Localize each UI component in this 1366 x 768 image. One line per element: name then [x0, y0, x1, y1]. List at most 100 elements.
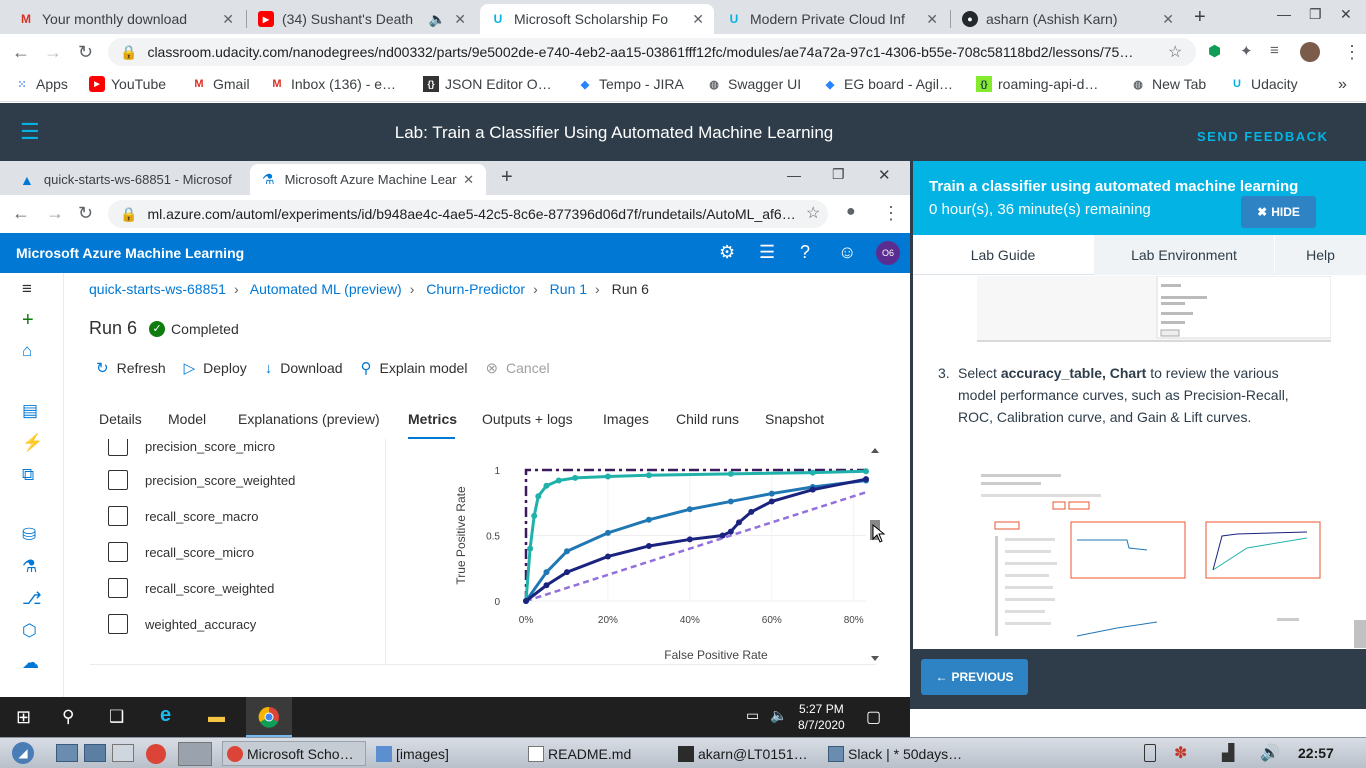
battery-icon[interactable]	[1144, 744, 1156, 762]
bookmark-udacity[interactable]: U Udacity	[1229, 76, 1298, 92]
taskbar-item-readme[interactable]: README.md	[524, 741, 668, 766]
datasets-icon[interactable]: ⛁	[22, 525, 36, 545]
tab-child-runs[interactable]: Child runs	[676, 411, 739, 427]
windows-clock[interactable]: 5:27 PM 8/7/2020	[798, 701, 845, 733]
breadcrumb-parent-run[interactable]: Run 1	[550, 281, 587, 297]
start-menu-icon[interactable]: ◢	[12, 742, 34, 764]
metric-checkbox-row[interactable]: recall_score_weighted	[108, 578, 274, 598]
restore-icon[interactable]: ❐	[832, 166, 845, 183]
checkbox[interactable]	[108, 506, 128, 526]
models-cube-icon[interactable]: ⬡	[22, 621, 37, 641]
search-icon[interactable]: ⚲	[62, 707, 74, 727]
bookmark-new-tab[interactable]: ◍ New Tab	[1130, 76, 1206, 92]
user-avatar[interactable]: O6	[876, 241, 900, 265]
bookmark-star-icon[interactable]: ☆	[1168, 42, 1182, 62]
roc-chart[interactable]: 0 0.5 1 0% 20% 40% 60% 80% False Positive Rate Tr…	[440, 446, 880, 666]
tab-lab-guide[interactable]: Lab Guide	[913, 235, 1093, 275]
close-icon[interactable]: ✕	[454, 11, 466, 28]
deploy-button[interactable]: ▷ Deploy	[184, 359, 247, 377]
close-icon[interactable]: ✕	[926, 11, 938, 28]
bookmark-swagger[interactable]: ◍ Swagger UI	[706, 76, 801, 92]
bookmark-tempo-jira[interactable]: ◆ Tempo - JIRA	[577, 76, 684, 92]
bookmark-json-editor[interactable]: {} JSON Editor O…	[423, 76, 552, 92]
bookmarks-overflow[interactable]: »	[1338, 76, 1347, 94]
forward-arrow-icon[interactable]: →	[44, 42, 62, 63]
taskbar-item-terminal[interactable]: akarn@LT0151…	[674, 741, 818, 766]
taskbar-item-chrome[interactable]: Microsoft Scho…	[222, 741, 366, 766]
pipelines-icon[interactable]: ⎇	[22, 589, 42, 609]
signal-strength-icon[interactable]: ▟	[1222, 743, 1234, 763]
internet-explorer-icon[interactable]: e	[160, 704, 171, 727]
tab-snapshot[interactable]: Snapshot	[765, 411, 824, 427]
checkbox[interactable]	[108, 470, 128, 490]
designer-icon[interactable]: ⧉	[22, 465, 34, 485]
bookmark-eg-board[interactable]: ◆ EG board - Agil…	[822, 76, 953, 92]
volume-icon[interactable]: 🔊	[1260, 743, 1280, 763]
experiments-flask-icon[interactable]: ⚗	[22, 557, 37, 577]
chrome-icon[interactable]	[146, 744, 166, 764]
settings-gear-icon[interactable]: ⚙	[719, 242, 735, 263]
file-explorer-icon[interactable]: ▬	[208, 707, 225, 727]
notification-center-icon[interactable]: ▢	[866, 707, 881, 727]
send-feedback-link[interactable]: SEND FEEDBACK	[1197, 129, 1328, 144]
checkbox[interactable]	[108, 542, 128, 562]
taskbar-item-images-folder[interactable]: [images]	[372, 741, 518, 766]
extension-icon[interactable]: ⬢	[1208, 42, 1221, 60]
tab-details[interactable]: Details	[99, 411, 142, 427]
reload-icon[interactable]: ↻	[78, 203, 93, 224]
download-button[interactable]: ↓ Download	[265, 360, 343, 377]
inner-tab-azureml[interactable]: ⚗ Microsoft Azure Machine Learnin ✕	[250, 164, 486, 195]
checkbox[interactable]	[108, 439, 128, 456]
metric-checkbox-row[interactable]: precision_score_micro	[108, 439, 275, 456]
home-icon[interactable]: ⌂	[22, 341, 32, 361]
address-bar[interactable]: 🔒 classroom.udacity.com/nanodegrees/nd00…	[108, 38, 1196, 66]
windows-start-icon[interactable]: ⊞	[16, 707, 31, 728]
automl-icon[interactable]: ⚡	[22, 433, 43, 453]
tab-explanations[interactable]: Explanations (preview)	[238, 411, 380, 427]
back-arrow-icon[interactable]: ←	[12, 203, 30, 224]
outer-tab-cloud[interactable]: U Modern Private Cloud Inf ✕	[716, 4, 948, 34]
reload-icon[interactable]: ↻	[78, 42, 93, 63]
breadcrumb-automl[interactable]: Automated ML (preview)	[250, 281, 402, 297]
checkbox[interactable]	[108, 578, 128, 598]
hamburger-menu-icon[interactable]: ≡	[22, 279, 32, 299]
taskbar-item-slack[interactable]: Slack | * 50days…	[824, 741, 968, 766]
address-bar[interactable]: 🔒 ml.azure.com/automl/experiments/id/b94…	[108, 200, 828, 228]
close-window-icon[interactable]: ✕	[878, 166, 891, 184]
endpoints-icon[interactable]: ☁	[22, 653, 39, 673]
chart-scrollbar[interactable]	[868, 445, 882, 665]
profile-avatar[interactable]	[1300, 42, 1320, 62]
outer-tab-github[interactable]: ● asharn (Ashish Karn) ✕	[952, 4, 1184, 34]
close-icon[interactable]: ✕	[222, 11, 234, 28]
breadcrumb-experiment[interactable]: Churn-Predictor	[426, 281, 525, 297]
tab-metrics[interactable]: Metrics	[408, 411, 457, 427]
outer-tab-youtube[interactable]: ▶ (34) Sushant's Death 🔈 ✕	[248, 4, 476, 34]
tab-images[interactable]: Images	[603, 411, 649, 427]
feedback-smiley-icon[interactable]: ☺	[838, 242, 856, 263]
new-tab-button[interactable]: +	[501, 166, 513, 189]
close-window-icon[interactable]: ✕	[1340, 6, 1352, 23]
panel-scrollbar-thumb[interactable]	[1354, 620, 1366, 648]
refresh-button[interactable]: ↻ Refresh	[96, 359, 166, 377]
close-icon[interactable]: ✕	[463, 172, 474, 188]
restore-icon[interactable]: ❐	[1309, 6, 1322, 23]
previous-button[interactable]: ← PREVIOUS	[921, 659, 1028, 695]
terminal-icon[interactable]	[112, 744, 134, 762]
bookmark-star-icon[interactable]: ☆	[806, 203, 820, 223]
task-view-icon[interactable]: ❑	[109, 707, 124, 727]
media-control-icon[interactable]: ≡	[1270, 42, 1279, 59]
menu-kebab-icon[interactable]: ⋮	[1343, 42, 1361, 63]
metric-checkbox-row[interactable]: weighted_accuracy	[108, 614, 256, 634]
bookmark-roaming-api[interactable]: {} roaming-api-d…	[976, 76, 1098, 92]
back-arrow-icon[interactable]: ←	[12, 42, 30, 63]
forward-arrow-icon[interactable]: →	[46, 203, 64, 224]
bookmark-gmail[interactable]: M Gmail	[191, 76, 249, 92]
tab-lab-environment[interactable]: Lab Environment	[1094, 235, 1274, 275]
notifications-icon[interactable]: ☰	[759, 242, 775, 263]
help-icon[interactable]: ?	[800, 242, 810, 263]
menu-kebab-icon[interactable]: ⋮	[882, 203, 900, 224]
volume-muted-icon[interactable]: 🔈	[770, 707, 787, 724]
inner-tab-portal[interactable]: ▲ quick-starts-ws-68851 - Microsof	[8, 164, 248, 195]
metric-checkbox-row[interactable]: precision_score_weighted	[108, 470, 295, 490]
cancel-button[interactable]: ⊗ Cancel	[485, 359, 549, 377]
